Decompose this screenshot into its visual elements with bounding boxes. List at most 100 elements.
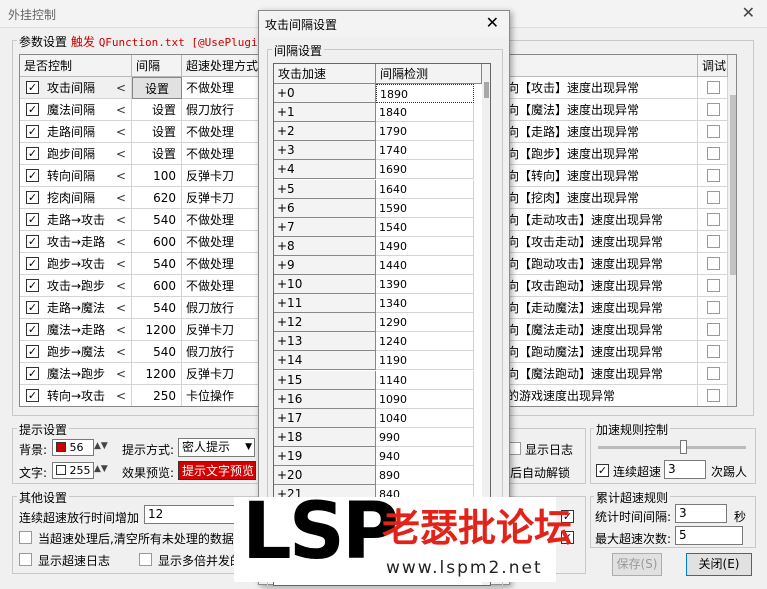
control-checkbox[interactable]: ✓ (26, 169, 39, 182)
method-select[interactable]: 密人提示 ▼ (178, 438, 255, 457)
text-color-field[interactable]: 255 (52, 462, 94, 479)
debug-checkbox[interactable] (707, 169, 720, 182)
table-row[interactable]: +7 1540 (274, 217, 490, 237)
table-row[interactable]: +8 1490 (274, 236, 490, 256)
interval-cell[interactable]: 设置 (132, 143, 182, 165)
mode-cell[interactable]: 反弹卡刀 (182, 165, 262, 187)
table-row[interactable]: +10 1390 (274, 275, 490, 295)
chevron-left-icon[interactable]: < (116, 341, 126, 362)
table-row[interactable]: +14 1190 (274, 351, 490, 371)
mode-cell[interactable]: 假刀放行 (182, 341, 262, 363)
chevron-left-icon[interactable]: < (116, 363, 126, 384)
check-cell[interactable]: 1840 (376, 103, 474, 123)
check-cell[interactable]: 1090 (376, 389, 474, 409)
interval-cell[interactable]: 540 (132, 209, 182, 231)
check-cell[interactable]: 1490 (376, 236, 474, 256)
control-checkbox[interactable]: ✓ (26, 367, 39, 380)
check-cell[interactable]: 890 (376, 466, 474, 486)
control-checkbox[interactable]: ✓ (26, 125, 39, 138)
table-row[interactable]: +18 990 (274, 427, 490, 447)
increase-input[interactable]: 12 (144, 505, 239, 524)
interval-cell[interactable]: 100 (132, 165, 182, 187)
check-cell[interactable]: 1140 (376, 370, 474, 390)
table-row[interactable]: +3 1740 (274, 141, 490, 161)
table-row[interactable]: +15 1140 (274, 370, 490, 390)
interval-cell[interactable]: 1200 (132, 319, 182, 341)
table-row[interactable]: +11 1340 (274, 294, 490, 314)
chevron-left-icon[interactable]: < (116, 165, 126, 186)
check-cell[interactable]: 1290 (376, 313, 474, 333)
table-row[interactable]: +17 1040 (274, 408, 490, 428)
multi-checkbox[interactable] (139, 553, 152, 566)
check-cell[interactable]: 1890 (376, 84, 474, 104)
control-checkbox[interactable]: ✓ (26, 235, 39, 248)
close-button[interactable]: 关闭(E) (686, 553, 752, 576)
save-button[interactable]: 保存(S) (612, 553, 662, 576)
mode-cell[interactable]: 不做处理 (182, 77, 262, 99)
control-checkbox[interactable]: ✓ (26, 81, 39, 94)
debug-checkbox[interactable] (707, 81, 720, 94)
text-spinner-icon[interactable]: ▲▼ (94, 464, 108, 474)
check-cell[interactable]: 1590 (376, 198, 474, 218)
table-row[interactable]: +12 1290 (274, 313, 490, 333)
debug-checkbox[interactable] (707, 191, 720, 204)
max-input[interactable]: 5 (675, 526, 743, 545)
mode-cell[interactable]: 不做处理 (182, 253, 262, 275)
check-cell[interactable]: 1340 (376, 294, 474, 314)
interval-cell[interactable]: 540 (132, 341, 182, 363)
table-row[interactable]: +0 1890 (274, 84, 490, 104)
table-row[interactable]: +4 1690 (274, 160, 490, 180)
chevron-left-icon[interactable]: < (116, 77, 126, 98)
chevron-left-icon[interactable]: < (116, 121, 126, 142)
table-row[interactable]: +20 890 (274, 466, 490, 486)
debug-checkbox[interactable] (707, 103, 720, 116)
chevron-left-icon[interactable]: < (116, 319, 126, 340)
show-log-speed-checkbox[interactable] (19, 553, 32, 566)
interval-cell[interactable]: 540 (132, 297, 182, 319)
interval-cell[interactable]: 1200 (132, 363, 182, 385)
debug-checkbox[interactable] (707, 301, 720, 314)
control-checkbox[interactable]: ✓ (26, 279, 39, 292)
interval-cell[interactable]: 600 (132, 231, 182, 253)
debug-checkbox[interactable] (707, 125, 720, 138)
mode-cell[interactable]: 反弹卡刀 (182, 319, 262, 341)
control-checkbox[interactable]: ✓ (26, 345, 39, 358)
debug-checkbox[interactable] (707, 147, 720, 160)
check-cell[interactable]: 1040 (376, 408, 474, 428)
interval-cell[interactable]: 250 (132, 385, 182, 406)
control-checkbox[interactable]: ✓ (26, 389, 39, 402)
check-cell[interactable]: 990 (376, 427, 474, 447)
check-cell[interactable]: 940 (376, 446, 474, 466)
control-checkbox[interactable]: ✓ (26, 147, 39, 160)
debug-checkbox[interactable] (707, 213, 720, 226)
stat-interval-input[interactable]: 3 (675, 504, 727, 523)
mode-cell[interactable]: 不做处理 (182, 209, 262, 231)
mode-cell[interactable]: 不做处理 (182, 121, 262, 143)
control-checkbox[interactable]: ✓ (26, 323, 39, 336)
check-cell[interactable]: 1640 (376, 179, 474, 199)
mode-cell[interactable]: 假刀放行 (182, 99, 262, 121)
table-row[interactable]: +13 1240 (274, 332, 490, 352)
table-row[interactable]: +1 1840 (274, 103, 490, 123)
check-cell[interactable]: 1690 (376, 160, 474, 180)
chevron-left-icon[interactable]: < (116, 99, 126, 120)
check-cell[interactable]: 1790 (376, 122, 474, 142)
chevron-left-icon[interactable]: < (116, 143, 126, 164)
check-cell[interactable]: 1540 (376, 217, 474, 237)
chevron-left-icon[interactable]: < (116, 297, 126, 318)
clear-checkbox[interactable] (19, 531, 32, 544)
bg-spinner-icon[interactable]: ▲▼ (94, 441, 108, 451)
table-row[interactable]: +9 1440 (274, 255, 490, 275)
debug-checkbox[interactable] (707, 235, 720, 248)
bg-color-field[interactable]: 56 (52, 439, 94, 456)
table-row[interactable]: +19 940 (274, 446, 490, 466)
consecutive-input[interactable]: 3 (664, 460, 706, 479)
interval-cell[interactable]: 设置 (132, 99, 182, 121)
mode-cell[interactable]: 卡位操作 (182, 385, 262, 406)
debug-checkbox[interactable] (707, 367, 720, 380)
control-checkbox[interactable]: ✓ (26, 301, 39, 314)
rule-slider-track[interactable] (598, 446, 746, 449)
interval-cell[interactable]: 600 (132, 275, 182, 297)
chevron-left-icon[interactable]: < (116, 253, 126, 274)
chevron-left-icon[interactable]: < (116, 187, 126, 208)
